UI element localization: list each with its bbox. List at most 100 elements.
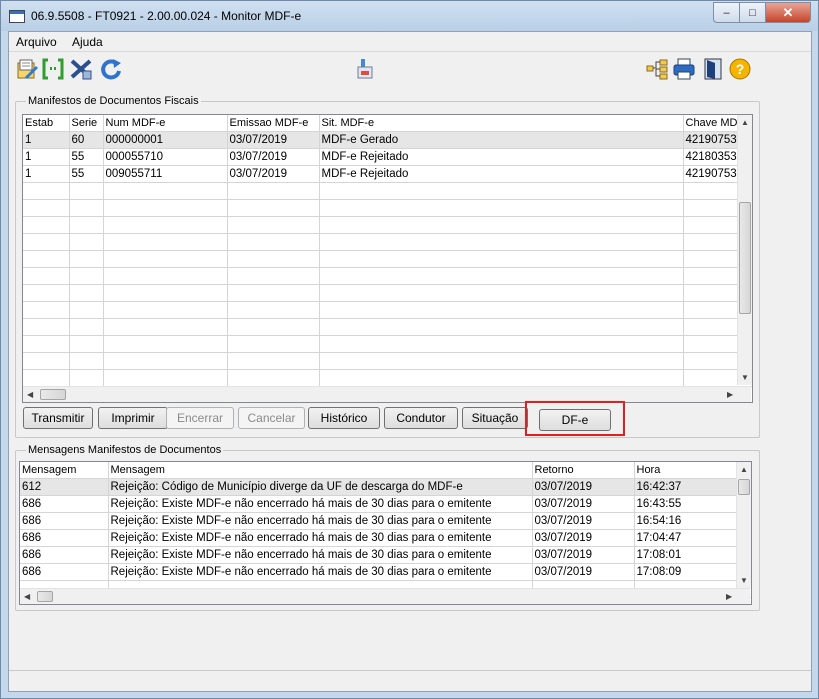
condutor-button[interactable]: Condutor [384,407,458,429]
cell-emissao: 03/07/2019 [227,131,320,149]
empty-row [23,182,752,200]
col-codigo[interactable]: Mensagem [20,462,109,479]
mensagens-horizontal-scrollbar[interactable]: ◀ ▶ [20,588,750,604]
maximize-button[interactable]: □ [740,2,766,23]
mensagens-vertical-scrollbar[interactable]: ▲ ▼ [736,462,751,588]
scroll-thumb[interactable] [739,202,751,314]
manifestos-header: Estab Serie Num MDF-e Emissao MDF-e Sit.… [23,115,752,132]
cell-mensagem: Rejeição: Código de Município diverge da… [108,478,533,496]
main-window: 06.9.5508 - FT0921 - 2.00.00.024 - Monit… [0,0,819,699]
refresh-icon[interactable] [99,57,123,81]
table-row[interactable]: 1 60 000000001 03/07/2019 MDF-e Gerado 4… [23,131,752,149]
col-mensagem[interactable]: Mensagem [108,462,533,479]
menu-ajuda[interactable]: Ajuda [72,35,103,49]
encerrar-button[interactable]: Encerrar [166,407,234,429]
scroll-thumb[interactable] [37,591,53,602]
scroll-left-icon[interactable]: ◀ [27,390,33,399]
scroll-down-icon[interactable]: ▼ [741,373,749,382]
empty-row [23,284,752,302]
imprimir-button[interactable]: Imprimir [98,407,168,429]
mensagens-header: Mensagem Mensagem Retorno Hora [20,462,751,479]
cell-situacao: MDF-e Rejeitado [319,165,684,183]
exit-door-icon[interactable] [701,57,725,81]
table-row[interactable]: 686 Rejeição: Existe MDF-e não encerrado… [20,495,751,513]
cell-codigo: 686 [20,512,109,530]
cell-retorno: 03/07/2019 [532,563,635,581]
cell-retorno: 03/07/2019 [532,478,635,496]
empty-row [23,335,752,353]
transmitir-button[interactable]: Transmitir [23,407,93,429]
cancelar-button[interactable]: Cancelar [238,407,305,429]
empty-row [23,352,752,370]
scroll-thumb[interactable] [40,389,66,400]
window-title: 06.9.5508 - FT0921 - 2.00.00.024 - Monit… [31,9,302,23]
scroll-left-icon[interactable]: ◀ [24,592,30,601]
table-row[interactable]: 686 Rejeição: Existe MDF-e não encerrado… [20,546,751,564]
print-icon[interactable] [672,57,696,81]
cell-num: 000000001 [103,131,228,149]
cell-codigo: 686 [20,546,109,564]
cell-mensagem: Rejeição: Existe MDF-e não encerrado há … [108,512,533,530]
scroll-down-icon[interactable]: ▼ [740,576,748,585]
cell-serie: 60 [69,131,104,149]
manifestos-vertical-scrollbar[interactable]: ▲ ▼ [737,115,752,385]
scroll-right-icon[interactable]: ▶ [727,390,733,399]
scroll-thumb[interactable] [738,479,750,495]
empty-row [23,233,752,251]
bracket-icon[interactable] [41,57,65,81]
cancel-x-icon[interactable] [69,57,93,81]
cell-situacao: MDF-e Rejeitado [319,148,684,166]
cell-hora: 17:08:09 [634,563,751,581]
dfe-highlight-box [525,401,625,436]
empty-row [23,199,752,217]
menu-bar: Arquivo Ajuda [9,32,811,52]
scroll-right-icon[interactable]: ▶ [726,592,732,601]
cell-estab: 1 [23,148,70,166]
scroll-up-icon[interactable]: ▲ [741,118,749,127]
cell-retorno: 03/07/2019 [532,529,635,547]
empty-row [23,250,752,268]
cell-emissao: 03/07/2019 [227,165,320,183]
menu-arquivo[interactable]: Arquivo [16,35,57,49]
manifestos-horizontal-scrollbar[interactable]: ◀ ▶ [23,386,751,402]
cell-retorno: 03/07/2019 [532,546,635,564]
table-row[interactable]: 612 Rejeição: Código de Município diverg… [20,478,751,496]
transmit-icon[interactable] [353,57,377,81]
cell-codigo: 686 [20,563,109,581]
table-row[interactable]: 1 55 000055710 03/07/2019 MDF-e Rejeitad… [23,148,752,166]
col-estab[interactable]: Estab [23,115,70,132]
manifestos-grid[interactable]: Estab Serie Num MDF-e Emissao MDF-e Sit.… [22,114,753,403]
edit-document-icon[interactable] [15,57,39,81]
historico-button[interactable]: Histórico [308,407,380,429]
col-hora[interactable]: Hora [634,462,751,479]
cell-hora: 16:54:16 [634,512,751,530]
svg-text:?: ? [736,61,745,77]
mensagens-legend: Mensagens Manifestos de Documentos [28,444,222,456]
cell-codigo: 686 [20,495,109,513]
help-icon[interactable]: ? [728,57,752,81]
col-situacao[interactable]: Sit. MDF-e [319,115,684,132]
close-button[interactable]: ✕ [766,2,811,23]
table-row[interactable]: 686 Rejeição: Existe MDF-e não encerrado… [20,529,751,547]
status-bar [9,670,811,691]
mensagens-grid[interactable]: Mensagem Mensagem Retorno Hora 612 Rejei… [19,461,752,605]
table-row[interactable]: 686 Rejeição: Existe MDF-e não encerrado… [20,512,751,530]
tree-icon[interactable] [645,57,669,81]
col-emissao[interactable]: Emissao MDF-e [227,115,320,132]
cell-hora: 16:42:37 [634,478,751,496]
table-row[interactable]: 686 Rejeição: Existe MDF-e não encerrado… [20,563,751,581]
cell-emissao: 03/07/2019 [227,148,320,166]
col-serie[interactable]: Serie [69,115,104,132]
table-row[interactable]: 1 55 009055711 03/07/2019 MDF-e Rejeitad… [23,165,752,183]
empty-row [23,301,752,319]
situacao-button[interactable]: Situação [462,407,528,429]
cell-mensagem: Rejeição: Existe MDF-e não encerrado há … [108,529,533,547]
cell-situacao: MDF-e Gerado [319,131,684,149]
cell-retorno: 03/07/2019 [532,512,635,530]
col-retorno[interactable]: Retorno [532,462,635,479]
scroll-up-icon[interactable]: ▲ [740,465,748,474]
empty-row [23,216,752,234]
col-num-mdfe[interactable]: Num MDF-e [103,115,228,132]
empty-row [23,318,752,336]
minimize-button[interactable]: – [713,2,740,23]
